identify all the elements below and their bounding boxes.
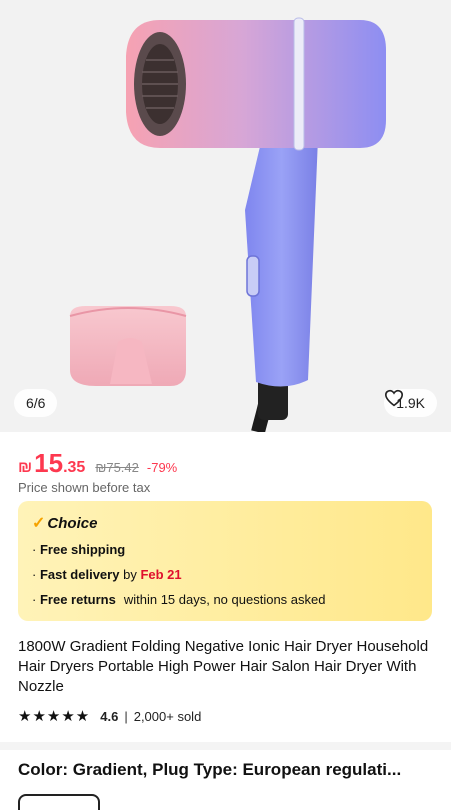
variant-option-chip[interactable] — [18, 794, 100, 810]
bullet: · — [32, 566, 37, 582]
product-image-gallery[interactable]: 6/6 1.9K — [0, 0, 451, 432]
benefit-label: Free returns — [39, 591, 116, 607]
wishlist-button[interactable]: 1.9K — [384, 389, 437, 417]
hair-dryer-image — [0, 0, 451, 432]
price-integer: 15 — [34, 448, 64, 478]
discount-badge: -79% — [146, 460, 178, 475]
rating-separator: | — [124, 708, 128, 724]
rating-row[interactable]: ★★★★★ 4.6 | 2,000+ sold — [18, 707, 201, 725]
benefit-by: by — [123, 566, 137, 582]
checkmark-icon: ✓ — [32, 515, 46, 532]
benefit-detail: within 15 days, no questions asked — [123, 591, 326, 607]
benefit-label: Fast delivery — [39, 566, 120, 582]
benefit-fast-delivery: · Fast delivery by Feb 21 — [32, 565, 418, 583]
choice-title: ✓ Choice — [32, 513, 418, 533]
bullet: · — [32, 591, 37, 607]
star-rating-icon: ★★★★★ — [18, 708, 91, 725]
variant-selector-label[interactable]: Color: Gradient, Plug Type: European reg… — [18, 760, 436, 780]
product-title: 1800W Gradient Folding Negative Ionic Ha… — [18, 638, 429, 695]
delivery-date: Feb 21 — [140, 566, 182, 582]
choice-benefits-card[interactable]: ✓ Choice · Free shipping · Fast delivery… — [18, 501, 432, 621]
choice-label: Choice — [47, 514, 98, 532]
benefit-free-shipping: · Free shipping — [32, 540, 418, 558]
benefit-label: Free shipping — [39, 541, 126, 557]
image-counter-text: 6/6 — [26, 395, 46, 411]
heart-icon — [385, 389, 404, 407]
price-decimal: .35 — [63, 459, 86, 476]
price-currency: ₪ — [18, 459, 33, 476]
tax-note: Price shown before tax — [18, 480, 151, 495]
image-counter: 6/6 — [14, 389, 58, 417]
section-divider — [0, 742, 451, 750]
bullet: · — [32, 541, 37, 557]
price-block: ₪ 15 .35 ₪75.42 -79% — [18, 448, 177, 479]
original-price: ₪75.42 — [95, 460, 139, 475]
sold-count: 2,000+ sold — [133, 708, 202, 724]
rating-value: 4.6 — [100, 708, 119, 724]
benefit-free-returns: · Free returns within 15 days, no questi… — [32, 590, 418, 608]
